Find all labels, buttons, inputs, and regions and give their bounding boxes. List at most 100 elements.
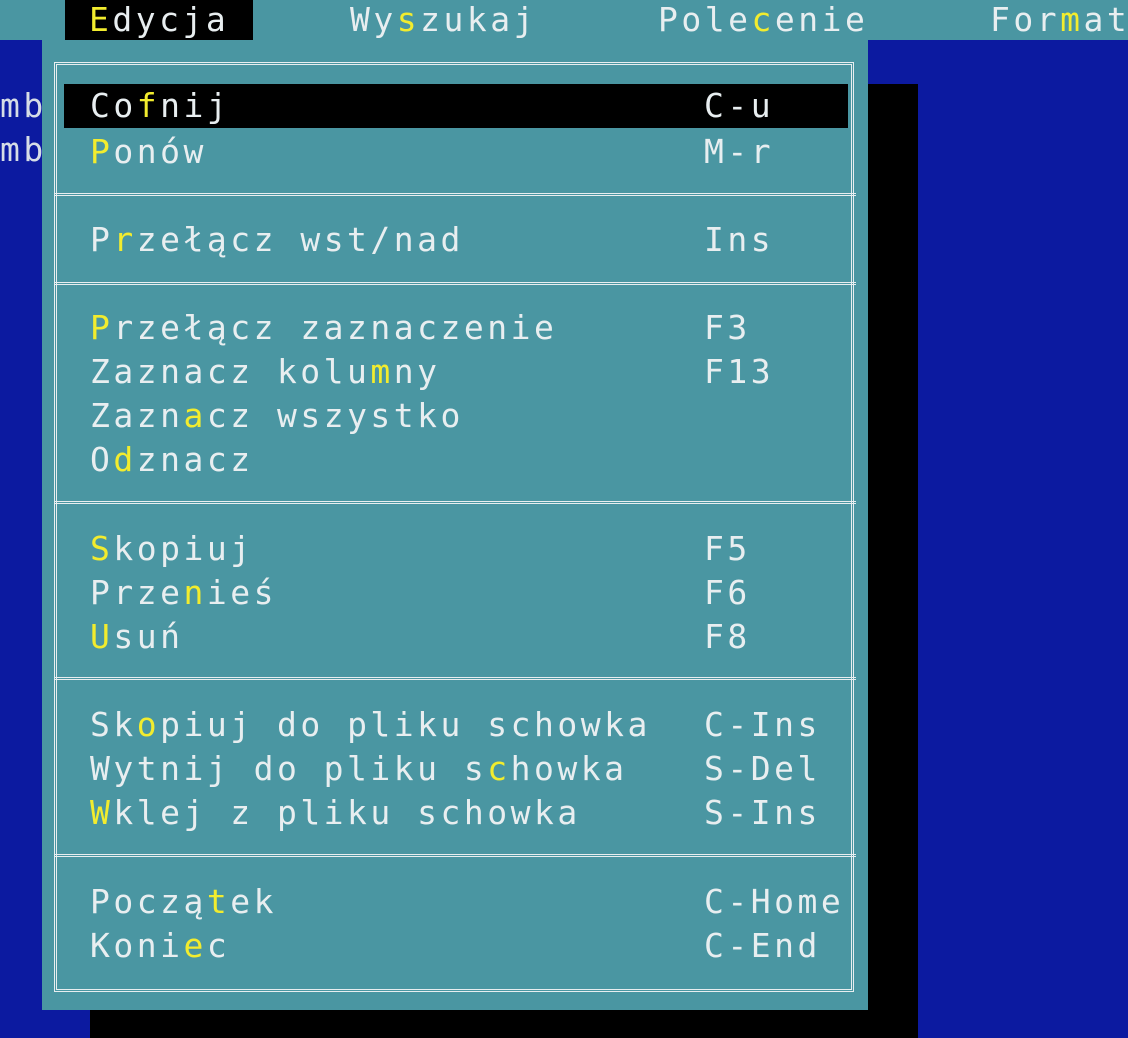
menu-item-skopiuj[interactable]: Skopiuj F5 (64, 527, 848, 571)
menu-bar: Edycja Wyszukaj Polecenie Format (0, 0, 1128, 40)
label-post: cz wszystko (206, 396, 464, 435)
menu-item-label: Przełącz zaznaczenie (90, 306, 557, 350)
label-pre: P (90, 220, 114, 259)
background-text-fragment: mb (0, 130, 47, 169)
label-post: piuj do pliku schowka (160, 705, 651, 744)
menu-item-post: enie (774, 0, 869, 39)
menu-item-usun[interactable]: Usuń F8 (64, 615, 848, 659)
menu-item-label: Ponów (90, 130, 207, 174)
label-post: howka (510, 749, 628, 788)
menu-item-koniec[interactable]: Koniec C-End (64, 924, 848, 968)
menu-hotkey: c (751, 0, 775, 39)
menu-item-label: Skopiuj (90, 527, 254, 571)
shortcut-label: S-Del (704, 749, 821, 788)
menu-separator (54, 282, 856, 285)
menu-item-label: Usuń (90, 615, 183, 659)
menu-separator (54, 501, 856, 504)
menu-item-label: Skopiuj do pliku schowka (90, 703, 651, 747)
hotkey-letter: W (90, 793, 114, 832)
menu-hotkey: s (396, 0, 421, 39)
shortcut-label: C-u (704, 86, 775, 125)
label-post: onów (113, 132, 207, 171)
background-text-fragment: mb (0, 86, 47, 125)
menu-item-pre: Wy (350, 0, 397, 39)
hotkey-letter: r (113, 220, 137, 259)
label-post: znacz (136, 440, 254, 479)
menu-item-przelacz-zaznaczenie[interactable]: Przełącz zaznaczenie F3 (64, 306, 848, 350)
hotkey-letter: m (370, 352, 394, 391)
hotkey-letter: P (90, 308, 114, 347)
hotkey-letter: t (206, 882, 231, 921)
shortcut-label: C-Ins (704, 705, 821, 744)
menu-item-pre: Pole (658, 0, 752, 39)
shortcut-label: M-r (704, 132, 775, 171)
menu-wyszukaj[interactable]: Wyszukaj (350, 0, 537, 40)
menu-item-label: Cofnij (90, 84, 230, 128)
label-post: ek (230, 882, 277, 921)
menu-item-ponow[interactable]: Ponów M-r (64, 130, 848, 174)
hotkey-letter: c (487, 749, 511, 788)
dropdown-shadow (866, 84, 918, 1038)
label-post: ny (393, 352, 441, 391)
label-pre: Zaznacz kolu (90, 352, 371, 391)
hotkey-letter: o (136, 705, 161, 744)
label-pre: Zazn (90, 396, 184, 435)
menu-item-skopiuj-do-schowka[interactable]: Skopiuj do pliku schowka C-Ins (64, 703, 848, 747)
menu-item-label: Zaznacz wszystko (90, 394, 464, 438)
shortcut-label: C-End (704, 926, 821, 965)
label-post: nij (160, 86, 231, 125)
menu-item-odznacz[interactable]: Odznacz (64, 438, 848, 482)
shortcut-label: F6 (704, 573, 751, 612)
menu-item-cofnij[interactable]: Cofnij C-u (64, 84, 848, 128)
label-pre: Sk (90, 705, 137, 744)
label-pre: Począ (90, 882, 207, 921)
shortcut-label: Ins (704, 220, 775, 259)
menu-item-post: at (1083, 0, 1128, 39)
hotkey-letter: n (183, 573, 207, 612)
menu-item-zaznacz-kolumny[interactable]: Zaznacz kolumny F13 (64, 350, 848, 394)
dropdown-shadow (90, 1010, 918, 1038)
menu-item-przelacz-wst-nad[interactable]: Przełącz wst/nad Ins (64, 218, 848, 262)
menu-hotkey: E (89, 0, 113, 39)
menu-separator (54, 677, 856, 680)
menu-item-pre: For (990, 0, 1061, 39)
menu-item-label: Odznacz (90, 438, 254, 482)
hotkey-letter: f (136, 86, 161, 125)
menu-item-wklej-ze-schowka[interactable]: Wklej z pliku schowka S-Ins (64, 791, 848, 835)
menu-item-przenies[interactable]: Przenieś F6 (64, 571, 848, 615)
menu-separator (54, 193, 856, 196)
label-post: kopiuj (113, 529, 254, 568)
menu-item-zaznacz-wszystko[interactable]: Zaznacz wszystko (64, 394, 848, 438)
menu-item-label: Wklej z pliku schowka (90, 791, 581, 835)
shortcut-label: S-Ins (704, 793, 821, 832)
menu-format[interactable]: Format (990, 0, 1128, 40)
hotkey-letter: d (113, 440, 137, 479)
label-post: klej z pliku schowka (113, 793, 581, 832)
hotkey-letter: a (183, 396, 207, 435)
shortcut-label: F3 (704, 308, 751, 347)
menu-hotkey: m (1060, 0, 1084, 39)
menu-edycja[interactable]: Edycja (65, 0, 254, 40)
menu-separator (54, 854, 856, 857)
shortcut-label: C-Home (704, 882, 845, 921)
label-pre: Co (90, 86, 137, 125)
menu-item-poczatek[interactable]: Początek C-Home (64, 880, 848, 924)
label-post: zełącz wst/nad (136, 220, 464, 259)
hotkey-letter: e (183, 926, 207, 965)
menu-item-wytnij-do-schowka[interactable]: Wytnij do pliku schowka S-Del (64, 747, 848, 791)
label-pre: Koni (90, 926, 184, 965)
shortcut-label: F5 (704, 529, 751, 568)
label-post: ieś (206, 573, 277, 612)
hotkey-letter: U (90, 617, 114, 656)
menu-item-label: Przełącz wst/nad (90, 218, 464, 262)
menu-item-label: Wytnij do pliku schowka (90, 747, 627, 791)
edit-menu-dropdown: Cofnij C-u Ponów M-r Przełącz wst/nad In… (42, 40, 868, 1010)
label-post: rzełącz zaznaczenie (113, 308, 558, 347)
label-post: suń (113, 617, 184, 656)
label-post: c (206, 926, 231, 965)
menu-item-post: dycja (112, 0, 230, 39)
shortcut-label: F13 (704, 352, 775, 391)
shortcut-label: F8 (704, 617, 751, 656)
menu-polecenie[interactable]: Polecenie (658, 0, 868, 40)
menu-item-label: Koniec (90, 924, 230, 968)
